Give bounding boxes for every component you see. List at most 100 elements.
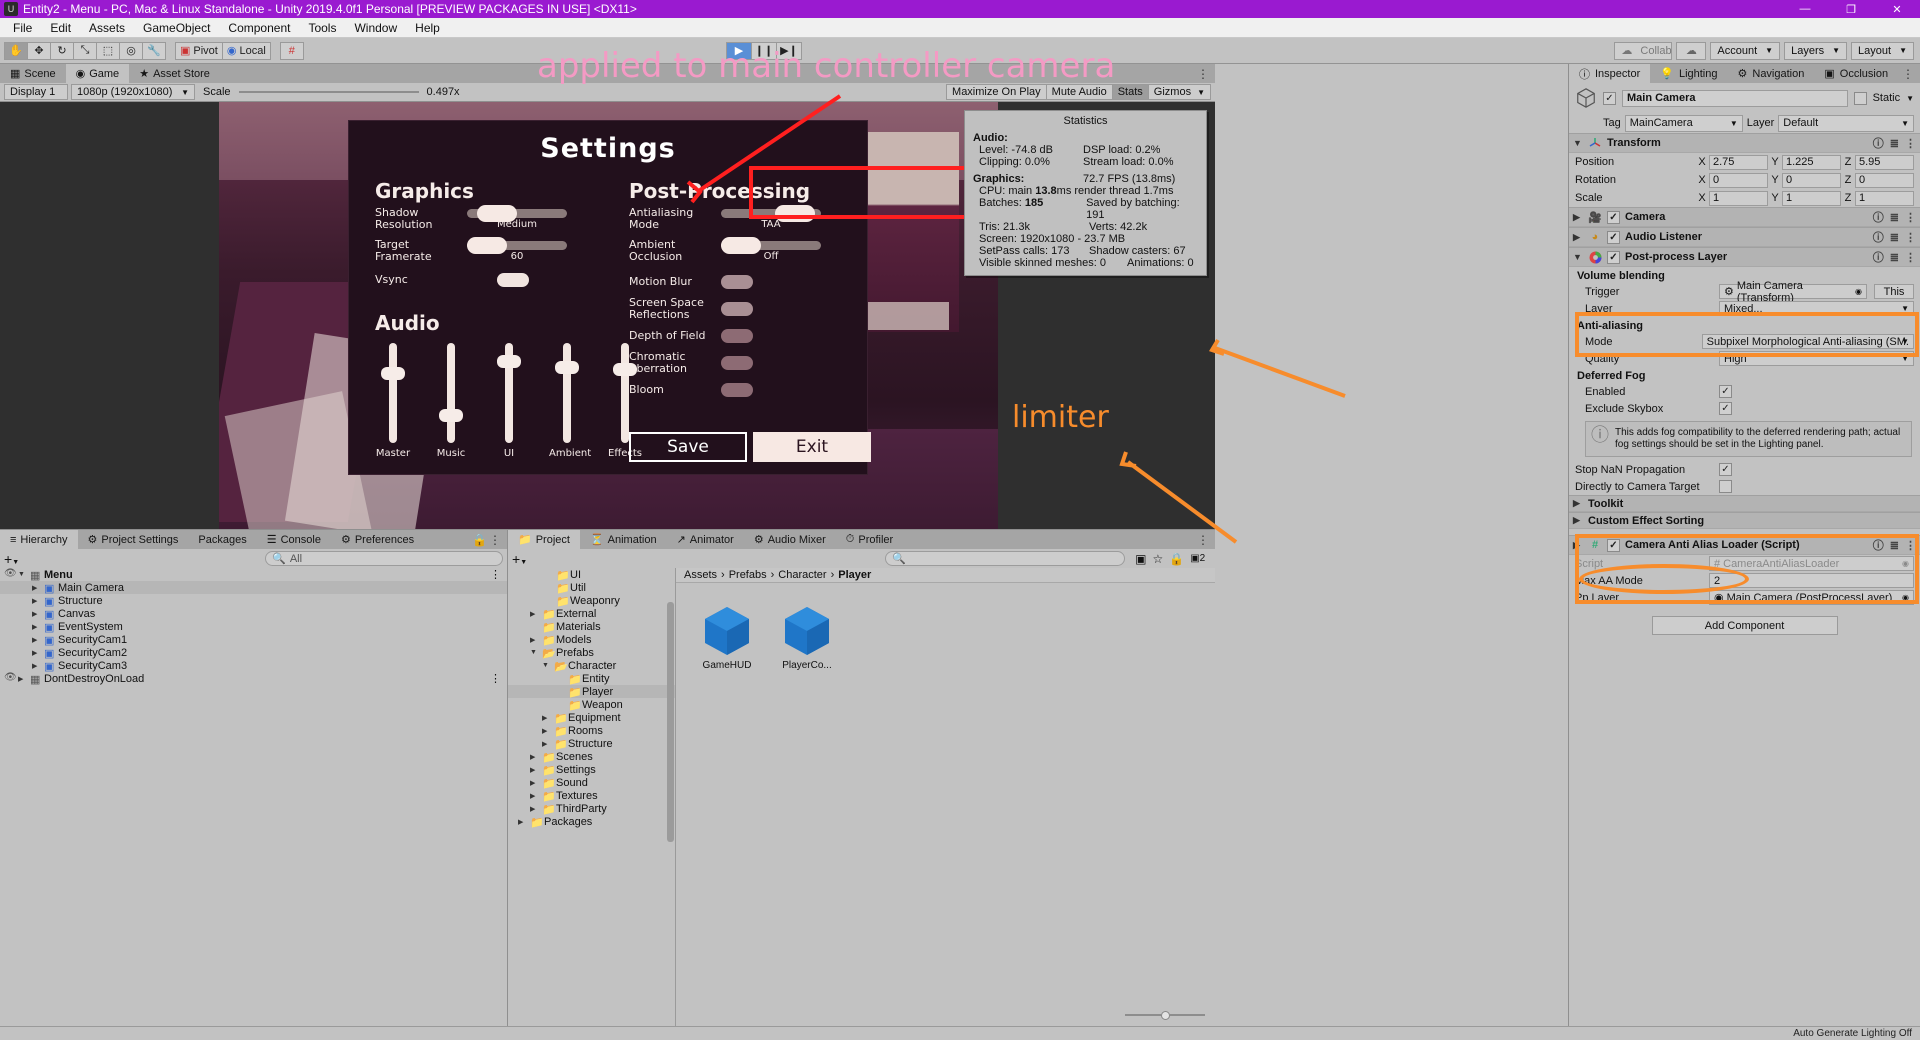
directly-to-camera-row[interactable]: Directly to Camera Target xyxy=(1569,478,1920,495)
chevron-down-icon[interactable]: ▼ xyxy=(18,571,27,578)
scale-slider[interactable] xyxy=(238,87,419,97)
preset-icon[interactable]: ≣ xyxy=(1890,137,1899,150)
hierarchy-row-securitycam2[interactable]: ▶ ▣ SecurityCam2 xyxy=(0,646,507,661)
component-menu-icon[interactable]: ⋮ xyxy=(1905,539,1916,552)
hierarchy-search-input[interactable]: 🔍 All xyxy=(265,551,503,566)
aa-mode-row[interactable]: Mode Subpixel Morphological Anti-aliasin… xyxy=(1569,333,1920,350)
gizmos-toggle[interactable]: Gizmos ▼ xyxy=(1147,84,1211,100)
chromatic-aberration-row[interactable]: Chromatic Aberration xyxy=(629,351,859,375)
custom-tool-icon[interactable]: 🔧 xyxy=(142,41,166,60)
chevron-right-icon[interactable]: ▶ xyxy=(530,766,539,774)
settings-buttons[interactable]: Save Exit xyxy=(629,432,871,462)
chevron-right-icon[interactable]: ▶ xyxy=(1573,515,1583,526)
project-tree-item-entity[interactable]: 📁 Entity xyxy=(508,672,675,687)
transform-tool-icon[interactable]: ◎ xyxy=(119,41,143,60)
object-name-field[interactable]: Main Camera xyxy=(1622,89,1848,107)
hierarchy-row-canvas[interactable]: ▶ ▣ Canvas xyxy=(0,607,507,622)
camera-enabled-checkbox[interactable]: ✓ xyxy=(1607,210,1620,224)
audio-listener-enabled-checkbox[interactable]: ✓ xyxy=(1607,230,1620,244)
asset-item-playercontroller[interactable]: PlayerCo... xyxy=(778,605,836,671)
pp-layer-object-field[interactable]: ◉ Main Camera (PostProcessLayer) ◉ xyxy=(1709,590,1914,605)
dof-row[interactable]: Depth of Field xyxy=(629,329,859,343)
grid-group[interactable]: # xyxy=(279,41,304,60)
resolution-dropdown[interactable]: 1080p (1920x1080) ▼ xyxy=(71,84,195,100)
transform-position-row[interactable]: Position X 2.75 Y 1.225 Z 5.95 xyxy=(1569,153,1920,171)
hierarchy-row-eventsystem[interactable]: ▶ ▣ EventSystem xyxy=(0,620,507,635)
play-button[interactable]: ▶ xyxy=(726,41,752,60)
motion-blur-row[interactable]: Motion Blur xyxy=(629,275,859,289)
component-menu-icon[interactable]: ⋮ xyxy=(1905,251,1916,264)
audio-faders[interactable]: Master Music UI Ambient Effects xyxy=(375,343,643,459)
inspector-menu-icon[interactable]: ⋮ xyxy=(1902,67,1914,81)
rotate-tool-icon[interactable]: ↻ xyxy=(50,41,74,60)
visibility-eye-icon[interactable]: 👁 xyxy=(4,568,17,579)
game-view-toolbar[interactable]: Display 1 1080p (1920x1080) ▼ Scale 0.49… xyxy=(0,83,1215,102)
help-icon[interactable]: ⓘ xyxy=(1873,209,1884,225)
preset-icon[interactable]: ≣ xyxy=(1890,211,1899,224)
menu-item-file[interactable]: File xyxy=(4,19,41,37)
toolbar-right-group[interactable]: ☁ Collab ☁ Account ▼ Layers ▼ Layout ▼ xyxy=(1614,41,1914,60)
fader-ui[interactable]: UI xyxy=(491,343,527,459)
tab-project[interactable]: 📁 Project xyxy=(508,530,580,549)
hierarchy-row-main-camera[interactable]: ▶ ▣ Main Camera xyxy=(0,581,507,595)
fader-ambient[interactable]: Ambient xyxy=(549,343,591,459)
object-enabled-checkbox[interactable]: ✓ xyxy=(1603,91,1616,105)
tab-asset-store[interactable]: ★ Asset Store xyxy=(129,64,220,83)
tab-packages[interactable]: Packages xyxy=(188,530,257,549)
chevron-right-icon[interactable]: ▶ xyxy=(542,714,551,722)
hierarchy-row-menu-icon[interactable]: ⋮ xyxy=(490,672,501,685)
bloom-toggle[interactable] xyxy=(721,383,753,397)
component-header-postprocess-layer[interactable]: ▼ ✓ Post-process Layer ⓘ ≣ ⋮ xyxy=(1569,247,1920,267)
component-menu-icon[interactable]: ⋮ xyxy=(1905,231,1916,244)
tab-project-settings[interactable]: ⚙ Project Settings xyxy=(77,530,189,549)
hierarchy-row-menu-icon[interactable]: ⋮ xyxy=(490,568,501,581)
inspector-tabs[interactable]: ⓘ Inspector 💡 Lighting ⚙ Navigation ▣ Oc… xyxy=(1569,64,1920,83)
chevron-down-icon[interactable]: ▼ xyxy=(542,662,551,669)
chevron-right-icon[interactable]: ▶ xyxy=(530,805,539,813)
pause-button[interactable]: ❙❙ xyxy=(751,41,777,60)
tab-hierarchy[interactable]: ≡ Hierarchy xyxy=(0,530,78,549)
component-actions[interactable]: ⓘ ≣ ⋮ xyxy=(1873,209,1916,225)
main-toolbar[interactable]: ✋ ✥ ↻ ⤡ ⬚ ◎ 🔧 ▣ Pivot ◉ Local # ▶ ❙❙ ▶❙ … xyxy=(0,38,1920,64)
ambient-occlusion-slider[interactable]: Off xyxy=(721,236,821,262)
ingame-settings-menu[interactable]: Settings Graphics Shadow Resolution Medi… xyxy=(348,120,974,475)
hand-tool-icon[interactable]: ✋ xyxy=(4,41,28,60)
transform-scale-row[interactable]: Scale X1 Y1 Z1 xyxy=(1569,189,1920,207)
project-tree-item-sound[interactable]: ▶ 📁 Sound xyxy=(508,776,675,791)
menu-item-tools[interactable]: Tools xyxy=(299,19,345,37)
aa-mode-dropdown[interactable]: Subpixel Morphological Anti-aliasing (SM… xyxy=(1701,334,1914,349)
chevron-right-icon[interactable]: ▶ xyxy=(32,584,41,592)
create-asset-button[interactable]: +▼ xyxy=(512,551,527,567)
rotation-vector[interactable]: X0 Y0 Z0 xyxy=(1697,172,1914,188)
hierarchy-row-structure[interactable]: ▶ ▣ Structure xyxy=(0,594,507,609)
rotation-y-field[interactable]: 0 xyxy=(1782,172,1841,188)
mute-audio-toggle[interactable]: Mute Audio xyxy=(1045,84,1113,100)
pp-layer-field-row[interactable]: Pp Layer ◉ Main Camera (PostProcessLayer… xyxy=(1569,589,1920,606)
help-icon[interactable]: ⓘ xyxy=(1873,249,1884,265)
add-gameobject-button[interactable]: +▼ xyxy=(4,551,19,567)
chevron-right-icon[interactable]: ▶ xyxy=(32,649,41,657)
position-z-field[interactable]: 5.95 xyxy=(1855,154,1914,170)
project-tree-item-materials[interactable]: 📁 Materials xyxy=(508,620,675,635)
tab-animator[interactable]: ↗ Animator xyxy=(666,530,744,549)
hierarchy-tree[interactable]: ▼ ▦ Menu ⋮ ▶ ▣ Main Camera ▶ ▣ Structure… xyxy=(0,568,507,686)
position-x-field[interactable]: 2.75 xyxy=(1709,154,1768,170)
rect-tool-icon[interactable]: ⬚ xyxy=(96,41,120,60)
tab-lighting[interactable]: 💡 Lighting xyxy=(1650,64,1728,83)
asset-grid[interactable]: GameHUD PlayerCo... xyxy=(676,583,1215,671)
preset-icon[interactable]: ≣ xyxy=(1890,231,1899,244)
project-tree-item-prefabs[interactable]: ▼ 📂 Prefabs xyxy=(508,646,675,661)
project-folder-tree[interactable]: 📁 UI 📁 Util 📁 Weaponry ▶ 📁 External 📁 Material… xyxy=(508,568,676,1026)
motion-blur-toggle[interactable] xyxy=(721,275,753,289)
menu-item-edit[interactable]: Edit xyxy=(41,19,80,37)
chevron-right-icon[interactable]: ▶ xyxy=(32,662,41,670)
pp-layer-dropdown[interactable]: Mixed... ▼ xyxy=(1719,301,1914,316)
shadow-resolution-row[interactable]: Shadow Resolution Medium xyxy=(375,204,615,231)
shadow-resolution-slider[interactable]: Medium xyxy=(467,204,567,230)
tag-dropdown[interactable]: MainCamera ▼ xyxy=(1624,114,1743,132)
rotation-z-field[interactable]: 0 xyxy=(1855,172,1914,188)
chevron-right-icon[interactable]: ▶ xyxy=(18,675,27,683)
hierarchy-row-menu[interactable]: ▼ ▦ Menu ⋮ xyxy=(0,568,507,583)
project-tabs[interactable]: 📁 Project ⏳ Animation ↗ Animator ⚙ Audio… xyxy=(508,530,1215,549)
fog-enabled-row[interactable]: Enabled ✓ xyxy=(1569,383,1920,400)
